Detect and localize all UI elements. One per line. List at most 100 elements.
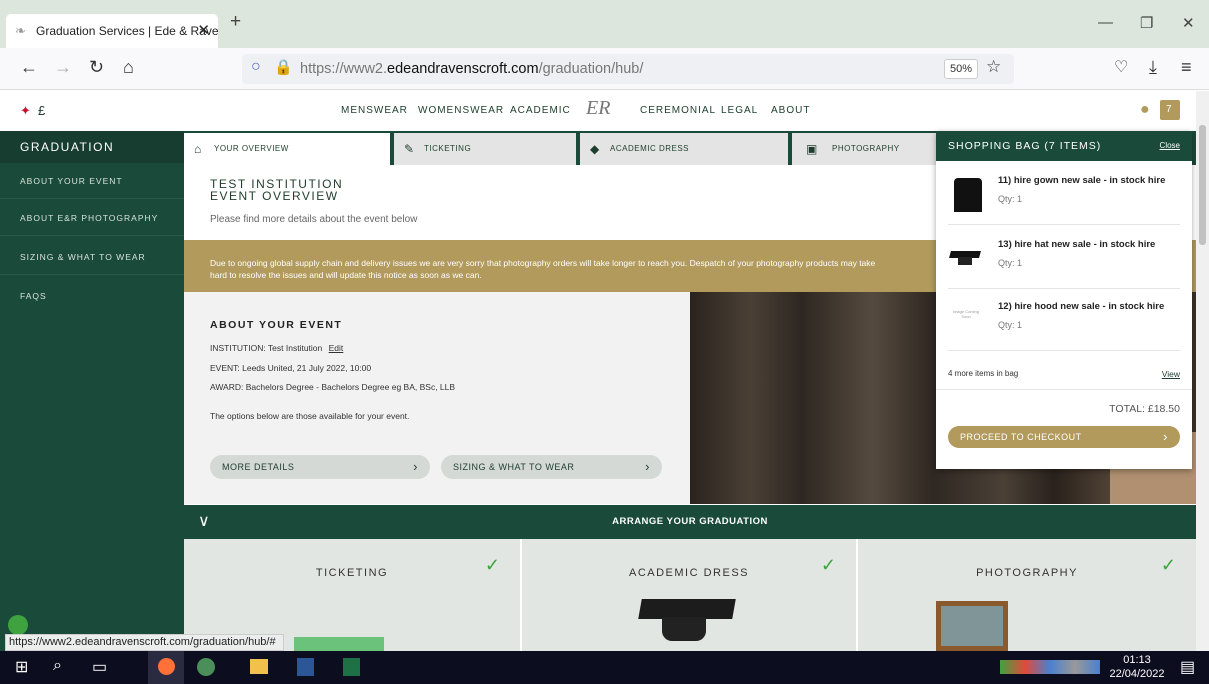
card-title: PHOTOGRAPHY bbox=[976, 567, 1078, 579]
award-line: AWARD: Bachelors Degree - Bachelors Degr… bbox=[210, 382, 456, 392]
edit-link[interactable]: Edit bbox=[329, 343, 344, 353]
task-view-icon[interactable]: ▭ bbox=[92, 657, 107, 677]
account-icon[interactable]: ● bbox=[1140, 101, 1150, 119]
home-icon[interactable]: ⌂ bbox=[123, 57, 134, 78]
close-window-icon[interactable]: ✕ bbox=[1182, 14, 1195, 32]
sidebar-item-about-your-event[interactable]: ABOUT YOUR EVENT bbox=[0, 163, 184, 199]
shopping-bag-icon[interactable]: 7 bbox=[1160, 100, 1180, 120]
lock-icon[interactable]: 🔒 bbox=[274, 58, 293, 76]
reload-icon[interactable]: ↻ bbox=[89, 57, 104, 78]
address-bar[interactable]: ○ 🔒 https://www2.edeandravenscroft.com/g… bbox=[242, 54, 1014, 84]
chevron-right-icon: › bbox=[645, 459, 650, 474]
sidebar-item-sizing[interactable]: SIZING & WHAT TO WEAR bbox=[0, 239, 184, 275]
nav-ceremonial[interactable]: CEREMONIAL bbox=[640, 105, 716, 116]
tab-title: Graduation Services | Ede & Ravenscroft bbox=[36, 24, 218, 38]
framed-photo-image bbox=[936, 601, 1008, 651]
menu-icon[interactable]: ≡ bbox=[1181, 57, 1192, 78]
zoom-level[interactable]: 50% bbox=[944, 59, 978, 79]
about-event-heading: ABOUT YOUR EVENT bbox=[210, 319, 343, 331]
file-explorer-icon[interactable] bbox=[250, 659, 268, 674]
browser-nav-bar: ← → ↻ ⌂ ○ 🔒 https://www2.edeandravenscro… bbox=[0, 48, 1209, 90]
more-details-button[interactable]: MORE DETAILS › bbox=[210, 455, 430, 479]
site-logo[interactable]: ER bbox=[586, 97, 610, 120]
nav-womenswear[interactable]: WOMENSWEAR bbox=[418, 105, 504, 116]
nav-academic[interactable]: ACADEMIC bbox=[510, 105, 571, 116]
bag-close-link[interactable]: Close bbox=[1160, 131, 1180, 161]
bag-item-qty: Qty: 1 bbox=[998, 258, 1023, 268]
more-items-text: 4 more items in bag bbox=[948, 369, 1019, 378]
academic-dress-card[interactable]: ACADEMIC DRESS ✓ bbox=[522, 539, 856, 651]
pocket-icon[interactable]: ♡ bbox=[1114, 57, 1128, 77]
bag-item[interactable]: Image Coming Soon 12) hire hood new sale… bbox=[948, 289, 1180, 351]
card-title: ACADEMIC DRESS bbox=[628, 567, 750, 579]
sidebar-item-photography[interactable]: ABOUT E&R PHOTOGRAPHY bbox=[0, 200, 184, 236]
sizing-button[interactable]: SIZING & WHAT TO WEAR › bbox=[441, 455, 662, 479]
uk-flag-icon[interactable]: ✦ bbox=[20, 103, 31, 119]
shopping-bag-panel: SHOPPING BAG (7 ITEMS) Close 11) hire go… bbox=[936, 131, 1192, 469]
ticket-image bbox=[294, 637, 384, 651]
tab-your-overview[interactable]: ⌂ YOUR OVERVIEW bbox=[184, 133, 392, 165]
tab-photography[interactable]: ▣ PHOTOGRAPHY bbox=[792, 133, 942, 165]
site-favicon-icon: ❧ bbox=[15, 23, 26, 38]
check-icon: ✓ bbox=[484, 555, 500, 575]
scrollbar-thumb[interactable] bbox=[1199, 125, 1206, 245]
search-icon[interactable]: ⌕ bbox=[53, 657, 62, 675]
windows-taskbar: ⊞ ⌕ ▭ 01:13 22/04/2022 ▤ bbox=[0, 651, 1209, 684]
bag-item[interactable]: 11) hire gown new sale - in stock hire Q… bbox=[948, 163, 1180, 225]
bag-item-name: 13) hire hat new sale - in stock hire bbox=[998, 239, 1156, 250]
image-coming-soon: Image Coming Soon bbox=[952, 309, 979, 319]
close-tab-icon[interactable]: ✕ bbox=[197, 14, 210, 48]
bag-item-name: 11) hire gown new sale - in stock hire bbox=[998, 175, 1166, 186]
nav-about[interactable]: ABOUT bbox=[771, 105, 810, 116]
chrome-icon[interactable] bbox=[197, 658, 215, 676]
windows-start-icon[interactable]: ⊞ bbox=[15, 657, 28, 677]
bag-count: 7 bbox=[1166, 104, 1172, 115]
tab-academic-dress[interactable]: ◆ ACADEMIC DRESS bbox=[580, 133, 790, 165]
page-scrollbar[interactable] bbox=[1196, 91, 1209, 651]
bag-item-qty: Qty: 1 bbox=[998, 194, 1023, 204]
firefox-taskbar-icon[interactable] bbox=[148, 651, 184, 684]
check-icon: ✓ bbox=[820, 555, 836, 575]
mortarboard-base bbox=[662, 617, 706, 641]
browser-tab[interactable]: ❧ Graduation Services | Ede & Ravenscrof… bbox=[6, 14, 218, 48]
downloads-icon[interactable]: ⤓ bbox=[1149, 57, 1157, 78]
currency-selector[interactable]: £ bbox=[38, 103, 45, 118]
chevron-right-icon: › bbox=[1163, 429, 1168, 444]
nav-legal[interactable]: LEGAL bbox=[721, 105, 758, 116]
view-bag-link[interactable]: View bbox=[1162, 369, 1180, 379]
status-url-tooltip: https://www2.edeandravenscroft.com/gradu… bbox=[5, 634, 284, 651]
chat-icon[interactable] bbox=[8, 615, 28, 635]
arrange-bar[interactable]: ∨ ARRANGE YOUR GRADUATION bbox=[184, 505, 1196, 539]
institution-line: INSTITUTION: Test Institution Edit bbox=[210, 343, 344, 353]
notifications-icon[interactable]: ▤ bbox=[1180, 657, 1195, 677]
nav-menswear[interactable]: MENSWEAR bbox=[341, 105, 408, 116]
bag-item[interactable]: 13) hire hat new sale - in stock hire Qt… bbox=[948, 227, 1180, 289]
sidebar-title: GRADUATION bbox=[0, 131, 184, 163]
mortarboard-image bbox=[638, 599, 736, 619]
tab-ticketing[interactable]: ✎ TICKETING bbox=[394, 133, 578, 165]
word-icon[interactable] bbox=[297, 658, 314, 676]
sidebar: GRADUATION ABOUT YOUR EVENT ABOUT E&R PH… bbox=[0, 131, 184, 651]
event-line: EVENT: Leeds United, 21 July 2022, 10:00 bbox=[210, 363, 372, 373]
back-icon[interactable]: ← bbox=[20, 57, 38, 78]
photography-card[interactable]: PHOTOGRAPHY ✓ bbox=[858, 539, 1196, 651]
sidebar-item-faqs[interactable]: FAQS bbox=[0, 278, 184, 314]
arrange-title: ARRANGE YOUR GRADUATION bbox=[612, 516, 768, 527]
forward-icon[interactable]: → bbox=[54, 57, 72, 78]
new-tab-icon[interactable]: + bbox=[230, 11, 241, 33]
bag-divider bbox=[936, 389, 1192, 390]
clock[interactable]: 01:13 22/04/2022 bbox=[1108, 653, 1166, 681]
about-event-panel: ABOUT YOUR EVENT INSTITUTION: Test Insti… bbox=[184, 292, 690, 504]
restore-icon[interactable]: ❐ bbox=[1140, 14, 1153, 32]
bag-item-name: 12) hire hood new sale - in stock hire bbox=[998, 301, 1165, 312]
chevron-right-icon: › bbox=[413, 459, 418, 474]
system-tray-icons[interactable] bbox=[1000, 660, 1100, 674]
excel-icon[interactable] bbox=[343, 658, 360, 676]
card-title: TICKETING bbox=[315, 567, 389, 579]
page-title: TEST INSTITUTION EVENT OVERVIEW bbox=[210, 177, 344, 203]
bookmark-star-icon[interactable]: ☆ bbox=[986, 57, 1001, 77]
minimize-icon[interactable]: — bbox=[1098, 14, 1113, 31]
shield-icon[interactable]: ○ bbox=[251, 58, 261, 76]
check-icon: ✓ bbox=[1160, 555, 1176, 575]
proceed-to-checkout-button[interactable]: PROCEED TO CHECKOUT › bbox=[948, 426, 1180, 448]
